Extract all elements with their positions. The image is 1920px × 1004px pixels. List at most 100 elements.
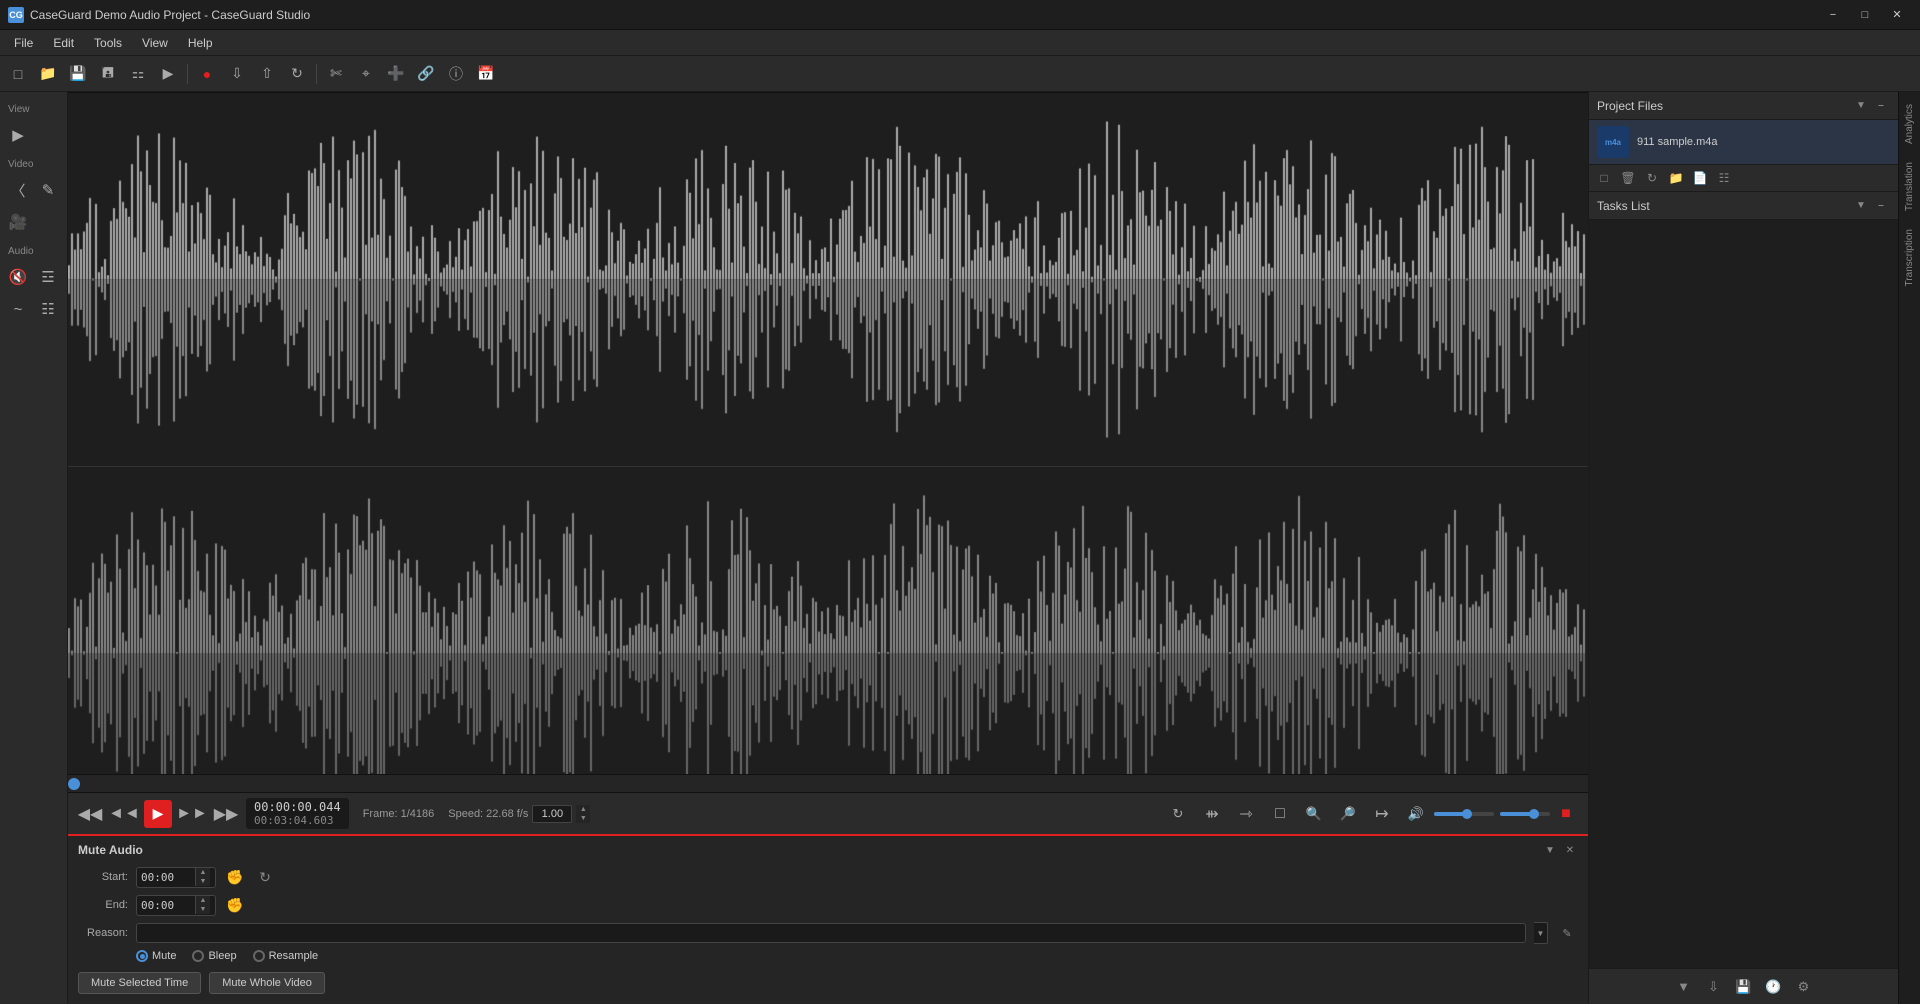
menu-file[interactable]: File xyxy=(4,33,43,53)
pf-folder-button[interactable]: 📁 xyxy=(1665,167,1687,189)
position-thumb[interactable] xyxy=(68,778,80,790)
start-time-down[interactable]: ▼ xyxy=(196,877,210,886)
zoom-slider[interactable] xyxy=(1500,812,1550,816)
tasks-save-button[interactable]: 💾 xyxy=(1732,975,1756,999)
scissors-button[interactable]: ⌖ xyxy=(352,60,380,88)
step-back-button[interactable]: ◄◄ xyxy=(110,800,138,828)
pf-chart-button[interactable]: ☷ xyxy=(1713,167,1735,189)
merge-button[interactable]: ➕ xyxy=(382,60,410,88)
start-time-up[interactable]: ▲ xyxy=(196,868,210,877)
play-pause-button[interactable]: ▶ xyxy=(144,800,172,828)
mute-tool-button[interactable]: 🔇 xyxy=(4,263,32,291)
end-time-up[interactable]: ▲ xyxy=(196,896,210,905)
share-button[interactable]: ⇧ xyxy=(253,60,281,88)
mute-selected-time-button[interactable]: Mute Selected Time xyxy=(78,972,201,994)
speed-up[interactable]: ▲ xyxy=(576,805,590,814)
pf-refresh-button[interactable]: ↻ xyxy=(1641,167,1663,189)
select-tool-button[interactable]: 〈 xyxy=(4,176,32,204)
tasks-clock-button[interactable]: 🕐 xyxy=(1762,975,1786,999)
maximize-button[interactable]: □ xyxy=(1850,3,1880,27)
menu-view[interactable]: View xyxy=(132,33,178,53)
current-time: 00:00:00.044 xyxy=(254,800,341,814)
new-button[interactable]: □ xyxy=(4,60,32,88)
end-time-input[interactable] xyxy=(137,896,195,915)
analytics-tab[interactable]: Analytics xyxy=(1901,96,1918,152)
close-button[interactable]: ✕ xyxy=(1882,3,1912,27)
pf-delete-button[interactable]: 🗑 xyxy=(1617,167,1639,189)
audio-edit-button[interactable]: ☲ xyxy=(34,263,62,291)
project-files-header: Project Files ▼ ⎯ xyxy=(1589,92,1898,120)
reason-dropdown[interactable]: ▼ xyxy=(1534,922,1548,944)
zoom-out-button[interactable]: 🔍 xyxy=(1300,800,1328,828)
menu-tools[interactable]: Tools xyxy=(84,33,132,53)
mark-out-button[interactable]: ⇾ xyxy=(1232,800,1260,828)
waveform-track-top[interactable] xyxy=(68,93,1588,467)
video-section-label: Video xyxy=(4,157,63,172)
loop-button[interactable]: ↻ xyxy=(1164,800,1192,828)
play-tool-button[interactable]: ▶ xyxy=(4,121,32,149)
tasks-settings-button[interactable]: ⚙ xyxy=(1792,975,1816,999)
calendar-button[interactable]: 📅 xyxy=(472,60,500,88)
panel-close-button[interactable]: ✕ xyxy=(1562,842,1578,858)
end-time-down[interactable]: ▼ xyxy=(196,905,210,914)
end-time-input-group[interactable]: ▲ ▼ xyxy=(136,895,216,916)
waveform-button[interactable]: ~ xyxy=(4,295,32,323)
mute-panel-header: Mute Audio ▼ ✕ xyxy=(78,842,1578,858)
panel-collapse-button[interactable]: ▼ xyxy=(1542,842,1558,858)
transcription-tab[interactable]: Transcription xyxy=(1901,221,1918,294)
fit-button[interactable]: ↦ xyxy=(1368,800,1396,828)
volume-slider[interactable] xyxy=(1434,812,1494,816)
mute-radio-mute[interactable]: Mute xyxy=(136,950,176,962)
speed-input[interactable] xyxy=(532,805,572,823)
start-time-input-group[interactable]: ▲ ▼ xyxy=(136,867,216,888)
start-set-cursor-button[interactable]: ✊ xyxy=(224,866,246,888)
step-forward-button[interactable]: ►► xyxy=(178,800,206,828)
export-button[interactable]: 🖪 xyxy=(94,60,122,88)
go-to-end-button[interactable]: ▶▶ xyxy=(212,800,240,828)
zoom-red-button[interactable]: ■ xyxy=(1552,800,1580,828)
history-button[interactable]: ↻ xyxy=(283,60,311,88)
tasks-add-button[interactable]: ▼ xyxy=(1672,975,1696,999)
mute-whole-video-button[interactable]: Mute Whole Video xyxy=(209,972,325,994)
start-time-input[interactable] xyxy=(137,868,195,887)
minimize-button[interactable]: − xyxy=(1818,3,1848,27)
tasks-down-button[interactable]: ⇩ xyxy=(1702,975,1726,999)
import-button[interactable]: ▶ xyxy=(154,60,182,88)
file-item[interactable]: m4a 911 sample.m4a xyxy=(1589,120,1898,164)
mute-radio-resample[interactable]: Resample xyxy=(253,950,319,962)
translation-tab[interactable]: Translation xyxy=(1901,154,1918,219)
download-button[interactable]: ⇩ xyxy=(223,60,251,88)
edit-tool-button[interactable]: ✎ xyxy=(34,176,62,204)
cut-button[interactable]: ✄ xyxy=(322,60,350,88)
tasks-list-pin[interactable]: ⎯ xyxy=(1872,197,1890,215)
speed-down[interactable]: ▼ xyxy=(576,814,590,823)
project-files-menu[interactable]: ▼ xyxy=(1852,97,1870,115)
snap-button[interactable]: □ xyxy=(1266,800,1294,828)
reason-input[interactable] xyxy=(136,923,1526,943)
project-files-pin[interactable]: ⎯ xyxy=(1872,97,1890,115)
menu-edit[interactable]: Edit xyxy=(43,33,84,53)
end-set-cursor-button[interactable]: ✊ xyxy=(224,894,246,916)
pf-open-button[interactable]: 📄 xyxy=(1689,167,1711,189)
record-button[interactable]: ● xyxy=(193,60,221,88)
waveform-area[interactable]: 01:00 02:00 xyxy=(68,92,1588,774)
capture-button[interactable]: ⚏ xyxy=(124,60,152,88)
tasks-list-menu[interactable]: ▼ xyxy=(1852,197,1870,215)
zoom-in-button[interactable]: 🔎 xyxy=(1334,800,1362,828)
audio-analysis-button[interactable]: ☷ xyxy=(34,295,62,323)
mute-radio-bleep[interactable]: Bleep xyxy=(192,950,236,962)
menu-help[interactable]: Help xyxy=(178,33,223,53)
start-sync-button[interactable]: ↻ xyxy=(254,866,276,888)
mark-in-button[interactable]: ⇻ xyxy=(1198,800,1226,828)
pf-new-button[interactable]: □ xyxy=(1593,167,1615,189)
go-to-start-button[interactable]: ◀◀ xyxy=(76,800,104,828)
volume-icon[interactable]: 🔊 xyxy=(1402,800,1430,828)
link-button[interactable]: 🔗 xyxy=(412,60,440,88)
scrubber-bar[interactable] xyxy=(68,774,1588,792)
camera-button[interactable]: 🎥 xyxy=(4,208,32,236)
save-button[interactable]: 💾 xyxy=(64,60,92,88)
info-button[interactable]: ⓘ xyxy=(442,60,470,88)
reason-edit-button[interactable]: ✎ xyxy=(1556,922,1578,944)
waveform-track-bottom[interactable] xyxy=(68,467,1588,775)
open-button[interactable]: 📁 xyxy=(34,60,62,88)
